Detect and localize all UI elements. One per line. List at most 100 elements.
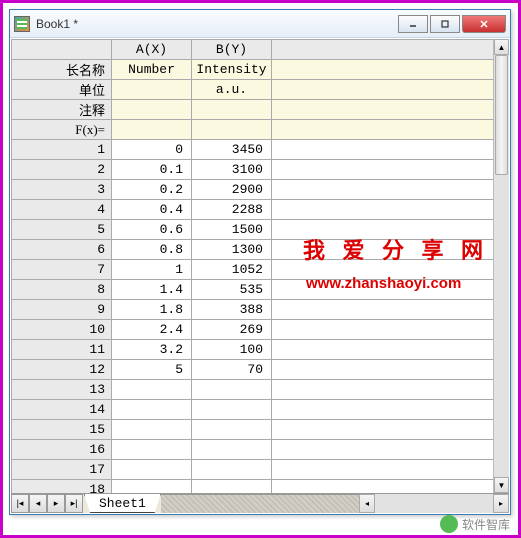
units-b[interactable]: a.u. (192, 80, 272, 100)
cell-a[interactable] (112, 420, 192, 440)
cell-a[interactable]: 3.2 (112, 340, 192, 360)
sheet-nav-last[interactable]: ▸| (65, 494, 83, 513)
cell-b[interactable]: 2900 (192, 180, 272, 200)
row-label-units[interactable]: 单位 (12, 80, 112, 100)
titlebar[interactable]: Book1 * (10, 10, 510, 38)
cell-a[interactable] (112, 400, 192, 420)
cell-empty[interactable] (272, 240, 494, 260)
row-number[interactable]: 12 (12, 360, 112, 380)
row-number[interactable]: 14 (12, 400, 112, 420)
cell-a[interactable]: 1 (112, 260, 192, 280)
cell-a[interactable]: 0.1 (112, 160, 192, 180)
cell-b[interactable]: 535 (192, 280, 272, 300)
sheet-spacer[interactable] (161, 494, 359, 513)
cell-empty[interactable] (272, 420, 494, 440)
cell-empty[interactable] (272, 480, 494, 494)
row-number[interactable]: 10 (12, 320, 112, 340)
cell-empty[interactable] (272, 280, 494, 300)
sheet-nav-next[interactable]: ▸ (47, 494, 65, 513)
cell-a[interactable]: 0.8 (112, 240, 192, 260)
row-number[interactable]: 15 (12, 420, 112, 440)
cell-empty[interactable] (272, 320, 494, 340)
longname-b[interactable]: Intensity (192, 60, 272, 80)
row-number[interactable]: 2 (12, 160, 112, 180)
longname-a[interactable]: Number (112, 60, 192, 80)
row-number[interactable]: 8 (12, 280, 112, 300)
worksheet-grid[interactable]: A(X) B(Y) 长名称 Number Intensity 单位 a.u. 注… (11, 39, 493, 493)
cell-empty[interactable] (272, 360, 494, 380)
scroll-down-button[interactable]: ▼ (494, 477, 509, 493)
cell-empty[interactable] (272, 300, 494, 320)
sheet-nav-prev[interactable]: ◂ (29, 494, 47, 513)
cell-empty[interactable] (272, 260, 494, 280)
cell-a[interactable]: 0.2 (112, 180, 192, 200)
cell-a[interactable] (112, 380, 192, 400)
horizontal-scrollbar[interactable]: ◂ ▸ (359, 494, 509, 513)
cell-a[interactable]: 0 (112, 140, 192, 160)
cell-b[interactable] (192, 420, 272, 440)
row-number[interactable]: 5 (12, 220, 112, 240)
row-number[interactable]: 17 (12, 460, 112, 480)
cell-b[interactable] (192, 460, 272, 480)
fx-a[interactable] (112, 120, 192, 140)
maximize-button[interactable] (430, 15, 460, 33)
scroll-up-button[interactable]: ▲ (494, 39, 509, 55)
row-label-fx[interactable]: F(x)= (12, 120, 112, 140)
cell-a[interactable] (112, 460, 192, 480)
row-number[interactable]: 7 (12, 260, 112, 280)
row-label-comments[interactable]: 注释 (12, 100, 112, 120)
row-number[interactable]: 6 (12, 240, 112, 260)
row-number[interactable]: 9 (12, 300, 112, 320)
row-number[interactable]: 16 (12, 440, 112, 460)
cell-empty[interactable] (272, 380, 494, 400)
cell-b[interactable] (192, 400, 272, 420)
sheet-nav-first[interactable]: |◂ (11, 494, 29, 513)
cell-b[interactable] (192, 380, 272, 400)
cell-empty[interactable] (272, 340, 494, 360)
cell-a[interactable]: 1.4 (112, 280, 192, 300)
cell-b[interactable]: 3450 (192, 140, 272, 160)
row-number[interactable]: 4 (12, 200, 112, 220)
close-button[interactable] (462, 15, 506, 33)
cell-a[interactable]: 5 (112, 360, 192, 380)
corner-cell[interactable] (12, 40, 112, 60)
comments-a[interactable] (112, 100, 192, 120)
cell-b[interactable]: 2288 (192, 200, 272, 220)
row-number[interactable]: 13 (12, 380, 112, 400)
row-number[interactable]: 11 (12, 340, 112, 360)
cell-empty[interactable] (272, 160, 494, 180)
minimize-button[interactable] (398, 15, 428, 33)
cell-empty[interactable] (272, 460, 494, 480)
cell-empty[interactable] (272, 200, 494, 220)
cell-empty[interactable] (272, 440, 494, 460)
cell-b[interactable]: 1052 (192, 260, 272, 280)
cell-b[interactable]: 269 (192, 320, 272, 340)
cell-b[interactable]: 388 (192, 300, 272, 320)
vscroll-track[interactable] (494, 55, 509, 477)
cell-empty[interactable] (272, 140, 494, 160)
column-header-a[interactable]: A(X) (112, 40, 192, 60)
fx-b[interactable] (192, 120, 272, 140)
cell-a[interactable]: 0.4 (112, 200, 192, 220)
cell-b[interactable] (192, 480, 272, 494)
cell-empty[interactable] (272, 400, 494, 420)
cell-b[interactable]: 1500 (192, 220, 272, 240)
row-number[interactable]: 1 (12, 140, 112, 160)
cell-b[interactable]: 100 (192, 340, 272, 360)
units-a[interactable] (112, 80, 192, 100)
cell-b[interactable]: 1300 (192, 240, 272, 260)
row-number[interactable]: 18 (12, 480, 112, 494)
vertical-scrollbar[interactable]: ▲ ▼ (493, 39, 509, 493)
cell-b[interactable]: 3100 (192, 160, 272, 180)
scroll-left-button[interactable]: ◂ (359, 494, 375, 513)
cell-a[interactable] (112, 440, 192, 460)
vscroll-thumb[interactable] (495, 55, 508, 175)
cell-a[interactable]: 1.8 (112, 300, 192, 320)
row-label-longname[interactable]: 长名称 (12, 60, 112, 80)
cell-a[interactable]: 0.6 (112, 220, 192, 240)
column-header-b[interactable]: B(Y) (192, 40, 272, 60)
cell-empty[interactable] (272, 180, 494, 200)
sheet-tab[interactable]: Sheet1 (84, 494, 161, 513)
cell-b[interactable] (192, 440, 272, 460)
cell-a[interactable]: 2.4 (112, 320, 192, 340)
